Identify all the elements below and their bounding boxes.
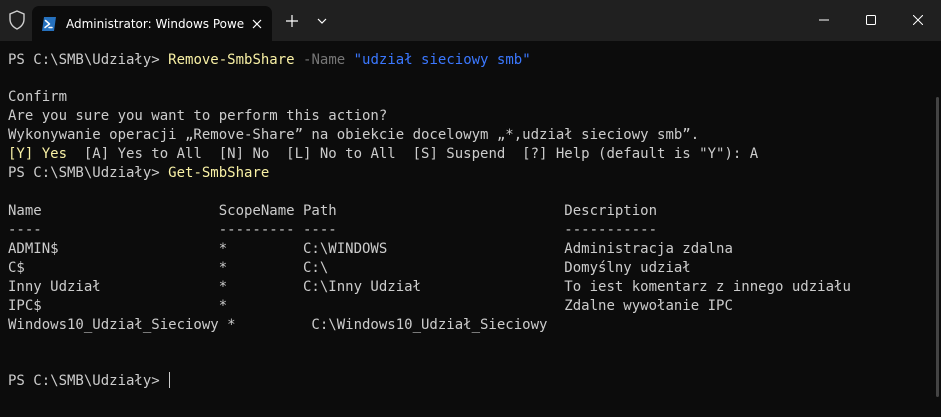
scrollbar[interactable]	[936, 97, 939, 397]
table-row: C$ * C:\ Domyślny udział	[8, 260, 691, 276]
table-header: Name ScopeName Path Description	[8, 203, 658, 219]
prompt: PS C:\SMB\Udziały>	[8, 52, 169, 68]
close-icon	[913, 15, 923, 25]
minimize-button[interactable]	[801, 0, 847, 41]
confirm-detail: Wykonywanie operacji „Remove-Share” na o…	[8, 127, 700, 143]
confirm-title: Confirm	[8, 89, 68, 105]
table-row: Inny Udział * C:\Inny Udział To iest kom…	[8, 279, 851, 295]
maximize-button[interactable]	[848, 0, 894, 41]
tab-powershell[interactable]: Administrator: Windows PowerShell	[32, 6, 272, 41]
command-name: Remove-SmbShare	[168, 52, 295, 68]
confirm-question: Are you sure you want to perform this ac…	[8, 108, 388, 124]
command-line-get: PS C:\SMB\Udziały> Get-SmbShare	[8, 164, 933, 183]
new-tab-plus-icon[interactable]	[283, 12, 301, 30]
shield-icon	[9, 10, 25, 30]
table-row: ADMIN$ * C:\WINDOWS Administracja zdalna	[8, 241, 733, 257]
maximize-icon	[866, 15, 876, 25]
close-window-button[interactable]	[895, 0, 941, 41]
command-parameter: -Name	[303, 52, 346, 68]
terminal-output[interactable]: PS C:\SMB\Udziały> Remove-SmbShare -Name…	[0, 41, 941, 417]
prompt: PS C:\SMB\Udziały>	[8, 165, 169, 181]
prompt: PS C:\SMB\Udziały>	[8, 373, 169, 389]
command-line-remove: PS C:\SMB\Udziały> Remove-SmbShare -Name…	[8, 51, 933, 70]
minimize-icon	[819, 19, 829, 21]
close-tab-icon[interactable]	[248, 15, 266, 33]
text-cursor	[169, 372, 171, 388]
command-name: Get-SmbShare	[168, 165, 270, 181]
tab-title: Administrator: Windows PowerShell	[66, 17, 244, 31]
confirm-choices: [Y] Yes [A] Yes to All [N] No [L] No to …	[8, 145, 933, 164]
choice-yes: [Y] Yes	[8, 146, 68, 162]
powershell-icon	[42, 17, 56, 31]
command-string-value: "udział sieciowy smb"	[353, 52, 531, 68]
table-row: IPC$ * Zdalne wywołanie IPC	[8, 298, 733, 314]
title-bar: Administrator: Windows PowerShell	[0, 0, 941, 41]
choices-rest: [A] Yes to All [N] No [L] No to All [S] …	[67, 146, 759, 162]
table-separator: ---- --------- ---- -----------	[8, 222, 658, 238]
chevron-down-icon[interactable]	[313, 12, 331, 30]
active-prompt-line[interactable]: PS C:\SMB\Udziały>	[8, 372, 933, 391]
table-row: Windows10_Udział_Sieciowy * C:\Windows10…	[8, 317, 548, 333]
